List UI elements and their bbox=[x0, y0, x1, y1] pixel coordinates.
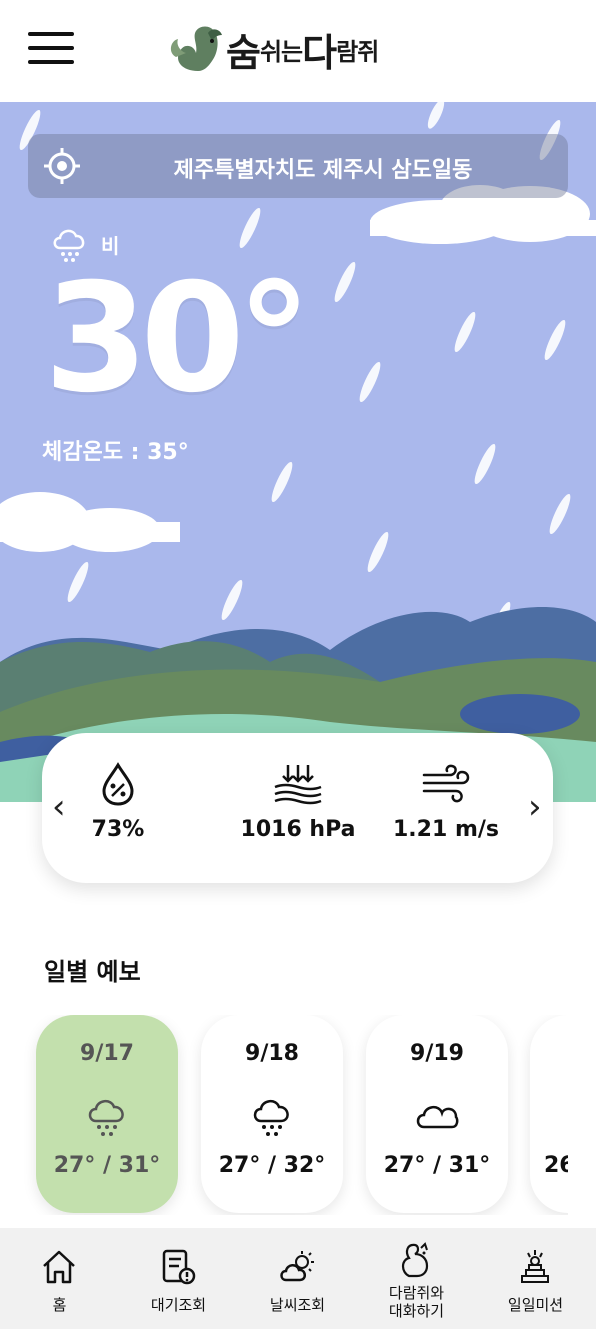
location-bar[interactable]: 제주특별자치도 제주시 삼도일동 bbox=[28, 134, 568, 198]
forecast-day-card[interactable]: 9/19 27° / 31° bbox=[366, 1015, 508, 1213]
brand-text-2: 쉬는 bbox=[259, 37, 303, 66]
nav-chat-squirrel-label: 다람쥐와 대화하기 bbox=[357, 1284, 476, 1320]
metrics-next-button[interactable]: › bbox=[528, 787, 542, 827]
location-text: 제주특별자치도 제주시 삼도일동 bbox=[173, 158, 473, 183]
pressure-metric: 1016 hPa bbox=[228, 761, 368, 842]
forecast-day-card[interactable]: 9/17 27° / 31° bbox=[36, 1015, 178, 1213]
forecast-date: 9/18 bbox=[245, 1041, 299, 1066]
forecast-temp-range: 27° / 32° bbox=[218, 1153, 326, 1178]
nav-home[interactable]: 홈 bbox=[0, 1228, 119, 1329]
pressure-icon bbox=[274, 765, 322, 805]
humidity-value: 73% bbox=[91, 817, 145, 842]
nav-chat-squirrel[interactable]: 다람쥐와 대화하기 bbox=[357, 1228, 476, 1329]
nav-weather-label: 날씨조회 bbox=[269, 1296, 326, 1314]
humidity-metric: 73% bbox=[48, 761, 188, 842]
brand-text-4: 람쥐 bbox=[336, 37, 379, 66]
weather-icon bbox=[280, 1251, 314, 1282]
cloud-icon bbox=[416, 1106, 459, 1129]
wind-icon bbox=[422, 764, 470, 803]
forecast-temp-range: 27° / 31° bbox=[383, 1153, 491, 1178]
rain-cloud-icon bbox=[253, 1100, 289, 1136]
forecast-date: 9/17 bbox=[80, 1041, 134, 1066]
mission-trophy-icon bbox=[521, 1250, 549, 1283]
forecast-temp-range: 26 bbox=[544, 1153, 568, 1178]
nav-weather[interactable]: 날씨조회 bbox=[238, 1228, 357, 1329]
daily-forecast-title: 일별 예보 bbox=[44, 958, 141, 986]
forecast-temp-range: 27° / 31° bbox=[53, 1153, 161, 1178]
squirrel-logo-icon bbox=[170, 26, 222, 71]
forecast-day-card[interactable]: 26 bbox=[530, 1015, 568, 1213]
home-icon bbox=[43, 1250, 75, 1284]
nav-daily-mission[interactable]: 일일미션 bbox=[476, 1228, 595, 1329]
humidity-icon bbox=[102, 762, 134, 806]
nav-home-label: 홈 bbox=[52, 1296, 67, 1314]
wind-value: 1.21 m/s bbox=[393, 817, 499, 842]
current-temperature: 30° bbox=[44, 252, 312, 426]
nav-chat-label-line2: 대화하기 bbox=[388, 1302, 445, 1320]
hamburger-menu-button[interactable] bbox=[28, 30, 74, 66]
app-header: 숨 쉬는 다 람쥐 bbox=[0, 0, 596, 102]
weather-hero: 제주특별자치도 제주시 삼도일동 비 30° 체감온도 : 35° bbox=[0, 102, 596, 802]
nav-air-quality-label: 대기조회 bbox=[150, 1296, 207, 1314]
location-target-icon[interactable] bbox=[44, 148, 80, 184]
weather-metrics-card: ‹ 73% 1016 hPa 1.21 m/s › bbox=[42, 733, 553, 883]
squirrel-icon bbox=[401, 1242, 429, 1278]
daily-forecast-list[interactable]: 9/17 27° / 31° 9/18 27° / 32° 9/19 27° /… bbox=[0, 1015, 568, 1215]
app-logo[interactable]: 숨 쉬는 다 람쥐 bbox=[168, 20, 379, 78]
forecast-day-card[interactable]: 9/18 27° / 32° bbox=[201, 1015, 343, 1213]
brand-text-3: 다 bbox=[302, 30, 337, 75]
bottom-navigation: 홈 대기조회 날씨조회 다람쥐와 대화하기 일일미션 bbox=[0, 1228, 596, 1329]
brand-text-1: 숨 bbox=[226, 30, 261, 75]
nav-air-quality[interactable]: 대기조회 bbox=[119, 1228, 238, 1329]
wind-metric: 1.21 m/s bbox=[376, 761, 516, 842]
nav-daily-mission-label: 일일미션 bbox=[507, 1296, 564, 1314]
nav-chat-label-line1: 다람쥐와 bbox=[388, 1284, 445, 1302]
pressure-value: 1016 hPa bbox=[240, 817, 356, 842]
forecast-date: 9/19 bbox=[410, 1041, 464, 1066]
feels-like-temperature: 체감온도 : 35° bbox=[42, 440, 189, 465]
rain-cloud-icon bbox=[88, 1100, 124, 1136]
air-report-icon bbox=[162, 1249, 196, 1285]
